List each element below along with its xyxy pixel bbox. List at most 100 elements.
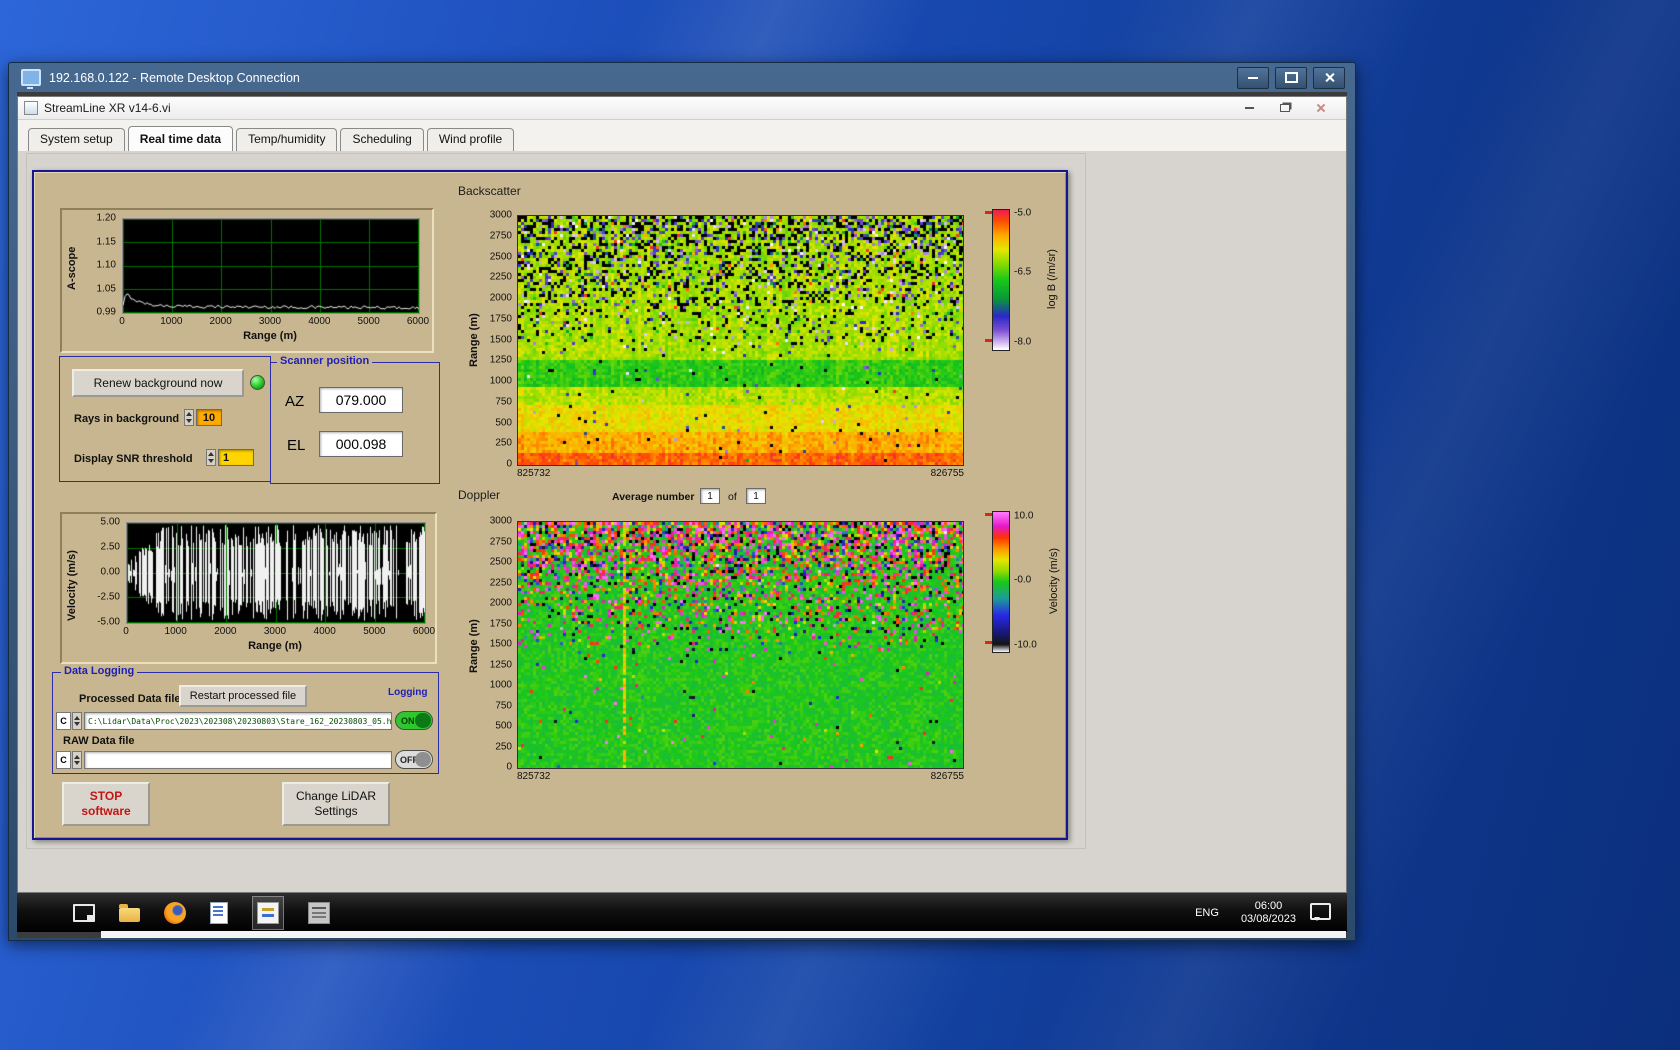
taskbar: ENG 06:00 03/08/2023: [17, 893, 1347, 932]
doppler-plot-area: [517, 521, 964, 769]
taskbar-clock[interactable]: 06:00 03/08/2023: [1241, 900, 1296, 926]
app-minimize-button[interactable]: [1240, 101, 1258, 115]
doppler-colorbar: 10.0-0.0-10.0 Velocity (m/s): [990, 504, 1068, 664]
background-controls-box: Renew background now Rays in background …: [59, 356, 271, 482]
rdp-window-title: 192.168.0.122 - Remote Desktop Connectio…: [49, 71, 300, 85]
backscatter-x-ticks: 825732826755: [517, 468, 964, 480]
rays-in-background-value[interactable]: 10: [196, 409, 222, 426]
doppler-y-ticks: 3000275025002250200017501500125010007505…: [480, 521, 514, 767]
firefox-icon[interactable]: [164, 902, 186, 924]
rdp-client-area: StreamLine XR v14-6.vi System setup Real…: [17, 92, 1347, 938]
processed-data-file-label: Processed Data file: [79, 693, 181, 705]
rdp-titlebar[interactable]: 192.168.0.122 - Remote Desktop Connectio…: [17, 63, 1347, 92]
velocity-plot-area: [126, 522, 426, 624]
a-scope-x-axis-label: Range (m): [122, 330, 418, 342]
velocity-x-ticks: 0100020003000400050006000: [126, 626, 424, 638]
backscatter-colorbar: -5.0-6.5-8.0 log B (/m/sr): [990, 202, 1068, 362]
raw-logging-toggle[interactable]: OFF: [395, 750, 433, 769]
restore-icon: [1280, 104, 1290, 112]
change-lidar-settings-button[interactable]: Change LiDAR Settings: [282, 782, 390, 826]
average-number-value[interactable]: 1: [700, 488, 720, 504]
raw-data-file-label: RAW Data file: [63, 735, 135, 747]
tab-wind-profile[interactable]: Wind profile: [427, 128, 514, 151]
snr-threshold-stepper[interactable]: [206, 449, 216, 466]
close-icon: [1316, 103, 1326, 113]
rays-in-background-stepper[interactable]: [184, 409, 194, 426]
a-scope-graph: A-scope 1.201.151.101.050.99 01000200030…: [60, 208, 434, 353]
raw-path-field[interactable]: [84, 751, 392, 769]
logging-label: Logging: [385, 687, 430, 698]
raw-path-stepper[interactable]: [72, 751, 82, 769]
backscatter-colorbar-ticks: -5.0-6.5-8.0: [1014, 209, 1048, 349]
rdp-window: 192.168.0.122 - Remote Desktop Connectio…: [8, 62, 1356, 941]
a-scope-x-ticks: 0100020003000400050006000: [122, 316, 418, 328]
stop-button-line1: STOP: [90, 789, 122, 804]
tab-system-setup[interactable]: System setup: [28, 128, 125, 151]
app-close-button[interactable]: [1312, 101, 1330, 115]
app-window-title: StreamLine XR v14-6.vi: [44, 101, 171, 115]
average-number-label: Average number: [612, 491, 694, 503]
restart-processed-file-button[interactable]: Restart processed file: [179, 685, 307, 707]
task-view-icon[interactable]: [73, 904, 95, 922]
renew-background-button[interactable]: Renew background now: [72, 369, 244, 397]
of-label: of: [728, 491, 737, 503]
toggle-knob: [415, 752, 431, 767]
minimize-icon: [1248, 77, 1258, 79]
tab-temp-humidity[interactable]: Temp/humidity: [236, 128, 337, 151]
raw-path-drive-button[interactable]: C: [56, 751, 71, 769]
data-logging-title: Data Logging: [61, 665, 137, 677]
doppler-title: Doppler: [458, 488, 500, 502]
notification-chat-icon[interactable]: [1310, 906, 1331, 920]
a-scope-plot-area: [122, 218, 420, 314]
scanner-position-title: Scanner position: [277, 355, 372, 367]
front-panel: A-scope 1.201.151.101.050.99 01000200030…: [32, 170, 1068, 840]
velocity-scope-graph: Velocity (m/s) 5.002.500.00-2.50-5.00 01…: [60, 512, 437, 664]
backscatter-title: Backscatter: [458, 184, 521, 198]
tab-page-real-time-data: A-scope 1.201.151.101.050.99 01000200030…: [18, 151, 1346, 892]
rdp-maximize-button[interactable]: [1275, 67, 1307, 89]
language-indicator[interactable]: ENG: [1187, 901, 1227, 925]
app-restore-button[interactable]: [1276, 101, 1294, 115]
tab-real-time-data[interactable]: Real time data: [128, 126, 233, 151]
backscatter-colorbar-label: log B (/m/sr): [1046, 214, 1058, 344]
file-explorer-icon[interactable]: [119, 904, 140, 922]
close-icon: [1324, 72, 1335, 83]
rdp-minimize-button[interactable]: [1237, 67, 1269, 89]
tab-bar: System setup Real time data Temp/humidit…: [18, 120, 1346, 152]
minimize-icon: [1245, 107, 1254, 109]
doppler-colorbar-gradient: [992, 511, 1010, 653]
processed-path-field[interactable]: C:\Lidar\Data\Proc\2023\202308\20230803\…: [84, 712, 392, 730]
bottom-white-strip: [101, 931, 1346, 938]
backscatter-colorbar-gradient: [992, 209, 1010, 351]
doppler-colorbar-label: Velocity (m/s): [1048, 516, 1060, 646]
app-titlebar[interactable]: StreamLine XR v14-6.vi: [18, 97, 1346, 120]
processed-path-stepper[interactable]: [72, 712, 82, 730]
notepad-icon[interactable]: [210, 902, 228, 924]
colorbar-marker: [985, 641, 992, 644]
backscatter-y-axis-label: Range (m): [468, 305, 480, 375]
velocity-y-axis-label: Velocity (m/s): [66, 536, 78, 636]
tab-scheduling[interactable]: Scheduling: [340, 128, 423, 151]
scan-scheduler-icon[interactable]: [308, 902, 330, 924]
processed-path-drive-button[interactable]: C: [56, 712, 71, 730]
a-scope-y-ticks: 1.201.151.101.050.99: [84, 218, 118, 312]
backscatter-graph: Range (m) 300027502500225020001750150012…: [468, 200, 968, 502]
stop-button-line2: software: [81, 804, 130, 819]
change-button-line2: Settings: [314, 804, 357, 819]
az-label: AZ: [285, 393, 304, 410]
snr-threshold-value[interactable]: 1: [218, 449, 254, 466]
toggle-knob: [415, 713, 431, 728]
average-total-value[interactable]: 1: [746, 488, 766, 504]
labview-taskbar-icon[interactable]: [252, 896, 284, 930]
stop-software-button[interactable]: STOP software: [62, 782, 150, 826]
colorbar-marker: [985, 513, 992, 516]
processed-logging-toggle[interactable]: ON: [395, 711, 433, 730]
colorbar-marker: [985, 339, 992, 342]
rays-in-background-label: Rays in background: [74, 413, 179, 425]
velocity-y-ticks: 5.002.500.00-2.50-5.00: [86, 522, 122, 622]
doppler-y-axis-label: Range (m): [468, 611, 480, 681]
remote-desktop-icon: [21, 69, 41, 86]
data-logging-box: Data Logging Processed Data file Restart…: [52, 672, 439, 774]
rdp-close-button[interactable]: [1313, 67, 1345, 89]
el-label: EL: [287, 437, 305, 454]
